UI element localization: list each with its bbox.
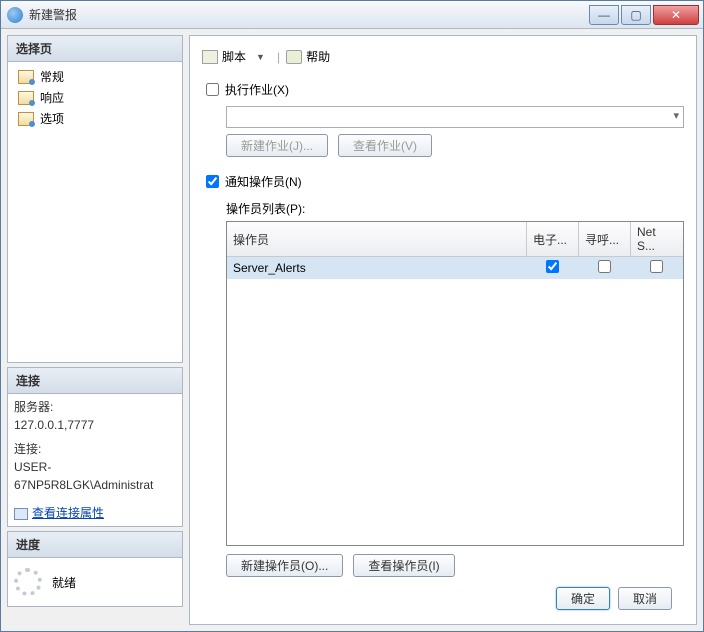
app-icon bbox=[7, 7, 23, 23]
connection-panel: 连接 服务器: 127.0.0.1,7777 连接: USER-67NP5R8L… bbox=[7, 367, 183, 527]
row-email-checkbox[interactable] bbox=[546, 260, 559, 273]
close-button[interactable]: ✕ bbox=[653, 5, 699, 25]
select-page-body: 常规 响应 选项 bbox=[8, 62, 182, 362]
help-button[interactable]: 帮助 bbox=[306, 48, 330, 65]
dialog-footer: 确定 取消 bbox=[202, 577, 684, 616]
table-row[interactable]: Server_Alerts bbox=[227, 257, 683, 280]
job-buttons: 新建作业(J)... 查看作业(V) bbox=[226, 134, 684, 157]
progress-status: 就绪 bbox=[52, 574, 76, 591]
dialog-body: 选择页 常规 响应 选项 连接 服务器: 127.0.0.1,7777 连接: … bbox=[1, 29, 703, 631]
conn-label: 连接: bbox=[14, 440, 176, 458]
job-select-area: 新建作业(J)... 查看作业(V) bbox=[226, 102, 684, 163]
main-panel: 脚本 ▼ | 帮助 执行作业(X) 新建作业(J)... 查看作业(V) bbox=[189, 35, 697, 625]
toolbar: 脚本 ▼ | 帮助 bbox=[202, 44, 684, 73]
notify-operator-checkbox[interactable] bbox=[206, 175, 219, 188]
page-icon bbox=[18, 70, 34, 84]
script-dropdown-arrow[interactable]: ▼ bbox=[250, 52, 271, 62]
window-title: 新建警报 bbox=[29, 6, 587, 23]
cell-pager bbox=[579, 257, 631, 280]
operator-grid[interactable]: 操作员 电子... 寻呼... Net S... Server_Alerts bbox=[226, 221, 684, 546]
new-job-button[interactable]: 新建作业(J)... bbox=[226, 134, 328, 157]
col-email[interactable]: 电子... bbox=[527, 222, 579, 257]
connection-header: 连接 bbox=[8, 368, 182, 394]
view-operator-button[interactable]: 查看操作员(I) bbox=[353, 554, 454, 577]
script-button[interactable]: 脚本 bbox=[222, 48, 246, 65]
page-icon bbox=[18, 91, 34, 105]
titlebar[interactable]: 新建警报 — ▢ ✕ bbox=[1, 1, 703, 29]
cell-email bbox=[527, 257, 579, 280]
select-page-header: 选择页 bbox=[8, 36, 182, 62]
server-value: 127.0.0.1,7777 bbox=[14, 416, 176, 434]
operator-buttons: 新建操作员(O)... 查看操作员(I) bbox=[226, 554, 684, 577]
view-connection-link[interactable]: 查看连接属性 bbox=[32, 506, 104, 520]
spinner-icon bbox=[14, 568, 42, 596]
notify-operator-label: 通知操作员(N) bbox=[225, 173, 302, 190]
cell-netsend bbox=[631, 257, 683, 280]
conn-value: USER-67NP5R8LGK\Administrat bbox=[14, 458, 176, 494]
notify-operator-row: 通知操作员(N) bbox=[206, 173, 684, 190]
window-controls: — ▢ ✕ bbox=[587, 5, 699, 25]
connection-icon bbox=[14, 508, 28, 520]
view-connection-row: 查看连接属性 bbox=[14, 504, 176, 522]
execute-job-checkbox[interactable] bbox=[206, 83, 219, 96]
maximize-button[interactable]: ▢ bbox=[621, 5, 651, 25]
form-area: 执行作业(X) 新建作业(J)... 查看作业(V) 通知操作员(N) 操作员列… bbox=[202, 73, 684, 577]
minimize-button[interactable]: — bbox=[589, 5, 619, 25]
nav-item-options[interactable]: 选项 bbox=[14, 108, 176, 129]
col-pager[interactable]: 寻呼... bbox=[579, 222, 631, 257]
col-netsend[interactable]: Net S... bbox=[631, 222, 683, 257]
view-job-button[interactable]: 查看作业(V) bbox=[338, 134, 432, 157]
dialog-window: 新建警报 — ▢ ✕ 选择页 常规 响应 选项 连接 服务器: 127.0.0.… bbox=[0, 0, 704, 632]
nav-item-general[interactable]: 常规 bbox=[14, 66, 176, 87]
col-operator[interactable]: 操作员 bbox=[227, 222, 527, 257]
toolbar-separator: | bbox=[277, 50, 280, 64]
connection-body: 服务器: 127.0.0.1,7777 连接: USER-67NP5R8LGK\… bbox=[8, 394, 182, 526]
job-combobox[interactable] bbox=[226, 106, 684, 128]
progress-body: 就绪 bbox=[8, 558, 182, 606]
operator-list-label: 操作员列表(P): bbox=[226, 200, 684, 217]
progress-header: 进度 bbox=[8, 532, 182, 558]
new-operator-button[interactable]: 新建操作员(O)... bbox=[226, 554, 343, 577]
execute-job-label: 执行作业(X) bbox=[225, 81, 289, 98]
sidebar: 选择页 常规 响应 选项 连接 服务器: 127.0.0.1,7777 连接: … bbox=[7, 35, 183, 625]
nav-label: 常规 bbox=[40, 68, 64, 85]
ok-button[interactable]: 确定 bbox=[556, 587, 610, 610]
page-icon bbox=[18, 112, 34, 126]
row-pager-checkbox[interactable] bbox=[598, 260, 611, 273]
nav-label: 选项 bbox=[40, 110, 64, 127]
nav-item-response[interactable]: 响应 bbox=[14, 87, 176, 108]
cell-operator-name: Server_Alerts bbox=[227, 257, 527, 280]
operator-table: 操作员 电子... 寻呼... Net S... Server_Alerts bbox=[227, 222, 683, 279]
execute-job-row: 执行作业(X) bbox=[206, 81, 684, 98]
help-icon bbox=[286, 50, 302, 64]
script-icon bbox=[202, 50, 218, 64]
nav-label: 响应 bbox=[40, 89, 64, 106]
row-netsend-checkbox[interactable] bbox=[650, 260, 663, 273]
server-label: 服务器: bbox=[14, 398, 176, 416]
cancel-button[interactable]: 取消 bbox=[618, 587, 672, 610]
select-page-panel: 选择页 常规 响应 选项 bbox=[7, 35, 183, 363]
progress-panel: 进度 就绪 bbox=[7, 531, 183, 607]
